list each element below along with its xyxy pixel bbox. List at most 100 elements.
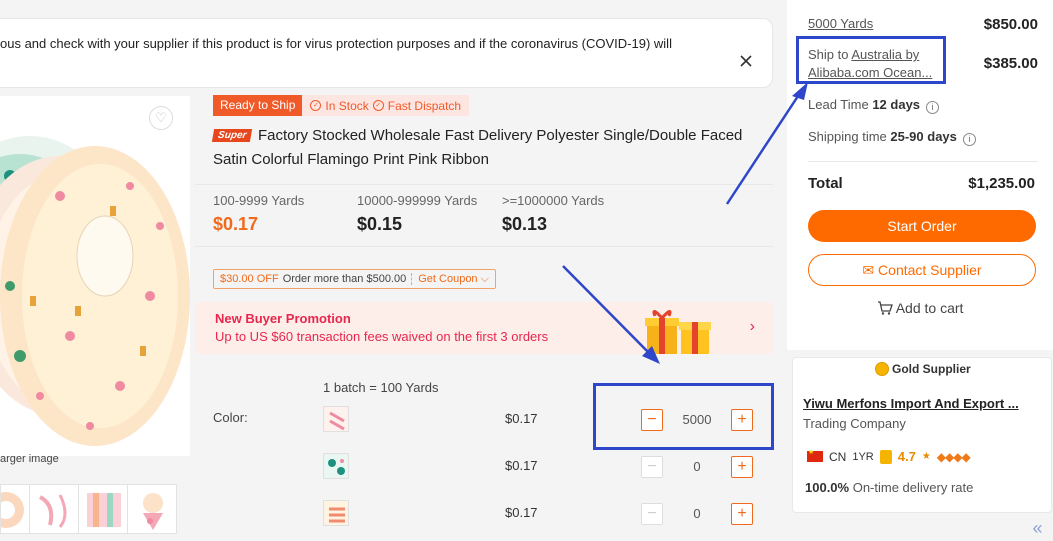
thumbnail[interactable] (29, 484, 79, 534)
covid-notice-banner: ous and check with your supplier if this… (0, 18, 773, 88)
divider (195, 184, 773, 185)
info-icon[interactable]: i (926, 101, 940, 114)
collapse-sidebar-icon[interactable]: « (1022, 516, 1053, 541)
quantity-summary-row: 5000 Yards $850.00 (808, 16, 1038, 33)
divider (808, 161, 1038, 162)
tier-range: >=1000000 Yards (502, 193, 605, 208)
coupon-condition: Order more than $500.00 (283, 273, 413, 285)
super-badge: Super (211, 129, 253, 142)
stock-dispatch-badge: ✓ In Stock ✓ Fast Dispatch (302, 95, 470, 116)
supplier-years: 1YR (852, 450, 874, 463)
total-label: Total (808, 175, 843, 192)
new-buyer-promotion[interactable]: New Buyer Promotion Up to US $60 transac… (195, 302, 773, 354)
highlight-box-quantity (593, 383, 774, 450)
shipping-time-value: 25-90 days (890, 129, 957, 144)
quantity-input[interactable]: 0 (663, 459, 731, 474)
quantity-input[interactable]: 0 (663, 506, 731, 521)
price-tier: 100-9999 Yards $0.17 (213, 193, 304, 235)
promo-title: New Buyer Promotion (215, 311, 351, 326)
supplier-card: Gold Supplier Yiwu Merfons Import And Ex… (792, 357, 1052, 513)
batch-note: 1 batch = 100 Yards (323, 380, 439, 395)
thumbnail[interactable] (78, 484, 128, 534)
contact-supplier-label: Contact Supplier (878, 262, 982, 278)
gold-medal-icon (875, 362, 889, 376)
variant-price: $0.17 (505, 411, 538, 426)
supplier-type: Trading Company (803, 416, 906, 431)
gift-box-icon (645, 310, 711, 354)
variant-row: $0.17 − 0 + (323, 500, 775, 528)
china-flag-icon (807, 448, 823, 462)
thumbnail[interactable] (127, 484, 177, 534)
quantity-stepper: − 0 + (641, 454, 753, 479)
gold-supplier-label: Gold Supplier (892, 362, 971, 376)
quantity-stepper: − 0 + (641, 501, 753, 526)
promo-subtitle: Up to US $60 transaction fees waived on … (215, 329, 549, 344)
tier-price: $0.17 (213, 214, 259, 234)
supplier-meta: CN 1YR 4.7 ★ ◆◆◆◆ (807, 448, 971, 464)
quantity-summary-value: $850.00 (983, 16, 1038, 33)
product-main-image[interactable] (0, 96, 190, 456)
ready-to-ship-badge: Ready to Ship (213, 95, 303, 116)
thumbnail[interactable] (0, 484, 30, 534)
lead-time-row: Lead Time 12 days i (808, 97, 1038, 114)
contact-supplier-button[interactable]: ✉ Contact Supplier (808, 254, 1036, 286)
close-icon[interactable] (738, 53, 754, 69)
supplier-name-link[interactable]: Yiwu Merfons Import And Export ... (803, 396, 1019, 411)
add-to-cart-button[interactable]: Add to cart (787, 300, 1053, 316)
increase-button[interactable]: + (731, 455, 753, 478)
shipping-cost-value: $385.00 (983, 55, 1038, 72)
color-swatch[interactable] (323, 500, 349, 526)
variant-row: $0.17 − 0 + (323, 453, 775, 481)
gold-supplier-tag: Gold Supplier (875, 362, 971, 376)
color-swatch[interactable] (323, 406, 349, 432)
cart-icon (877, 301, 893, 315)
tier-range: 10000-999999 Yards (357, 193, 478, 208)
delivery-rate-value: 100.0% (805, 480, 850, 495)
verified-medal-icon (879, 449, 892, 464)
get-coupon-button[interactable]: Get Coupon ⌵ (412, 273, 495, 286)
favorite-heart-icon[interactable]: ♡ (149, 106, 173, 130)
view-larger-image-hint: arger image (0, 453, 59, 465)
check-circle-icon: ✓ (372, 100, 384, 111)
star-icon: ★ (921, 451, 931, 462)
get-coupon-label: Get Coupon (418, 272, 478, 285)
add-to-cart-label: Add to cart (895, 300, 964, 316)
diamond-rating-icon: ◆◆◆◆ (936, 449, 971, 464)
lead-time-label: Lead Time (808, 97, 873, 112)
divider (195, 246, 773, 247)
chevron-down-icon: ⌵ (480, 272, 489, 285)
chevron-right-icon: › (749, 318, 755, 335)
supplier-rating: 4.7 (897, 449, 916, 464)
variant-price: $0.17 (505, 505, 538, 520)
coupon-strip[interactable]: $30.00 OFF Order more than $500.00 Get C… (213, 269, 496, 289)
quantity-summary-label[interactable]: 5000 Yards (808, 16, 873, 31)
price-tier: >=1000000 Yards $0.13 (502, 193, 604, 235)
color-label: Color: (213, 410, 248, 425)
mail-icon: ✉ (862, 262, 875, 278)
supplier-country: CN (829, 449, 847, 464)
notice-text: ous and check with your supplier if this… (0, 36, 672, 51)
total-value: $1,235.00 (968, 175, 1035, 192)
highlight-box-shipping (796, 36, 946, 84)
lead-time-value: 12 days (872, 97, 921, 112)
fast-dispatch-label: Fast Dispatch (387, 98, 462, 113)
thumbnail-strip (0, 484, 177, 534)
decrease-button[interactable]: − (641, 455, 663, 478)
delivery-rate-label: On-time delivery rate (849, 480, 974, 495)
check-circle-icon: ✓ (310, 100, 322, 111)
price-tier: 10000-999999 Yards $0.15 (357, 193, 477, 235)
tier-price: $0.15 (357, 214, 403, 234)
increase-button[interactable]: + (731, 502, 753, 525)
variant-price: $0.17 (505, 458, 538, 473)
coupon-off: $30.00 OFF (220, 273, 279, 285)
color-swatch[interactable] (323, 453, 349, 479)
decrease-button[interactable]: − (641, 502, 663, 525)
start-order-button[interactable]: Start Order (808, 210, 1036, 242)
info-icon[interactable]: i (962, 133, 976, 146)
delivery-rate: 100.0% On-time delivery rate (805, 480, 973, 495)
shipping-time-row: Shipping time 25-90 days i (808, 129, 1038, 146)
product-page: ous and check with your supplier if this… (0, 0, 1053, 541)
shipping-time-label: Shipping time (808, 129, 891, 144)
tier-price: $0.13 (502, 214, 548, 234)
product-title: Factory Stocked Wholesale Fast Delivery … (213, 127, 743, 168)
